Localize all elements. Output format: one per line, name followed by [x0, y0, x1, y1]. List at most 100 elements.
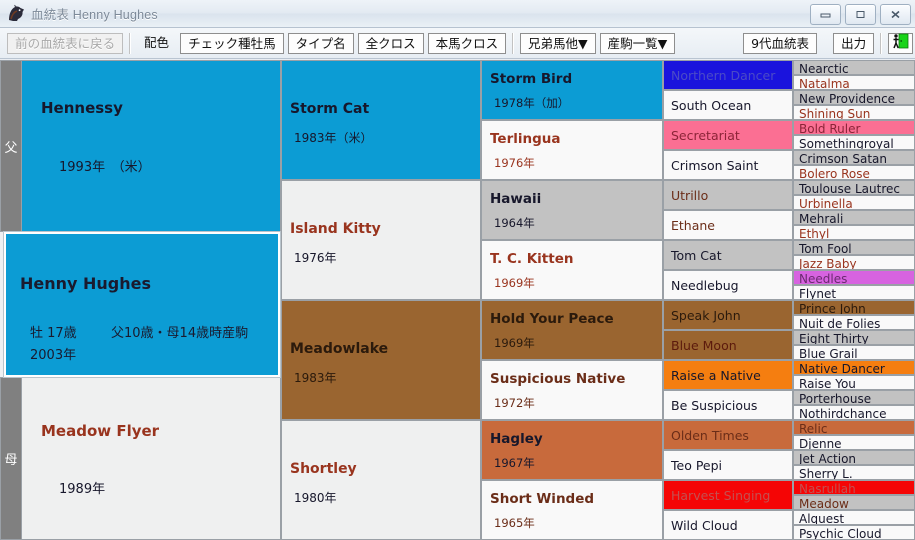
main-toolbar: 前の血統表に戻る 配色 チェック種牡馬 タイプ名 全クロス 本馬クロス 兄弟馬他… — [0, 28, 915, 59]
pedigree-cell[interactable]: Secretariat — [663, 120, 793, 150]
pedigree-cell[interactable]: Toulouse Lautrec — [793, 180, 915, 195]
pedigree-cell[interactable]: T. C. Kitten 1969年 — [481, 240, 663, 300]
horse-name: Flynet — [799, 287, 837, 300]
pedigree-cell[interactable]: Tom Cat — [663, 240, 793, 270]
pedigree-cell[interactable]: Teo Pepi — [663, 450, 793, 480]
back-button[interactable]: 前の血統表に戻る — [7, 32, 124, 54]
pedigree-cell[interactable]: Raise a Native — [663, 360, 793, 390]
pedigree-cell[interactable]: Island Kitty 1976年 — [281, 180, 481, 300]
pedigree-cell[interactable]: Alquest — [793, 510, 915, 525]
pedigree-cell[interactable]: Blue Grail — [793, 345, 915, 360]
pedigree-cell[interactable]: Ethyl — [793, 225, 915, 240]
nine-generation-button[interactable]: 9代血統表 — [743, 32, 818, 54]
pedigree-cell[interactable]: Needlebug — [663, 270, 793, 300]
pedigree-cell[interactable]: Native Dancer — [793, 360, 915, 375]
pedigree-cell[interactable]: Storm Bird 1978年（加） — [481, 60, 663, 120]
horse-name: Needlebug — [671, 278, 739, 293]
pedigree-cell[interactable]: Relic — [793, 420, 915, 435]
pedigree-cell[interactable]: Hawaii 1964年 — [481, 180, 663, 240]
pedigree-cell[interactable]: Crimson Satan — [793, 150, 915, 165]
pedigree-cell[interactable]: Nuit de Folies — [793, 315, 915, 330]
pedigree-cell[interactable]: Eight Thirty — [793, 330, 915, 345]
pedigree-cell[interactable]: Natalma — [793, 75, 915, 90]
pedigree-cell[interactable]: Be Suspicious — [663, 390, 793, 420]
generation-2-column: Storm Cat 1983年（米） Island Kitty 1976年 Meadow… — [281, 60, 481, 540]
pedigree-cell[interactable]: Bolero Rose — [793, 165, 915, 180]
pedigree-cell[interactable]: Northern Dancer — [663, 60, 793, 90]
pedigree-cell[interactable]: Porterhouse — [793, 390, 915, 405]
horse-name: Crimson Satan — [799, 152, 887, 165]
pedigree-cell[interactable]: Jet Action — [793, 450, 915, 465]
pedigree-cell[interactable]: Tom Fool — [793, 240, 915, 255]
pedigree-cell-sire[interactable]: 父 Hennessy 1993年 （米） — [0, 60, 281, 232]
pedigree-cell[interactable]: Ethane — [663, 210, 793, 240]
pedigree-cell[interactable]: Flynet — [793, 285, 915, 300]
pedigree-cell[interactable]: Needles — [793, 270, 915, 285]
horse-name: Meadowlake — [290, 341, 389, 357]
offspring-dropdown-button[interactable]: 産駒一覧▼ — [599, 32, 676, 54]
siblings-dropdown-button[interactable]: 兄弟馬他▼ — [519, 32, 596, 54]
pedigree-cell-dam[interactable]: 母 Meadow Flyer 1989年 — [0, 377, 281, 540]
pedigree-cell[interactable]: Hagley 1967年 — [481, 420, 663, 480]
close-button[interactable] — [880, 4, 911, 25]
pedigree-cell[interactable]: Terlingua 1976年 — [481, 120, 663, 180]
horse-name: Psychic Cloud — [799, 527, 882, 540]
sire-strip-label: 父 — [4, 140, 18, 156]
pedigree-cell[interactable]: Wild Cloud — [663, 510, 793, 540]
pedigree-cell[interactable]: Prince John — [793, 300, 915, 315]
pedigree-cell[interactable]: Blue Moon — [663, 330, 793, 360]
pedigree-cell[interactable]: Djenne — [793, 435, 915, 450]
output-button[interactable]: 出力 — [833, 32, 875, 54]
pedigree-cell[interactable]: Bold Ruler — [793, 120, 915, 135]
horse-year: 1967年 — [494, 456, 535, 470]
pedigree-cell[interactable]: Mehrali — [793, 210, 915, 225]
pedigree-cell[interactable]: Nearctic — [793, 60, 915, 75]
horse-name: Shining Sun — [799, 107, 871, 120]
pedigree-cell[interactable]: Raise You — [793, 375, 915, 390]
horse-name: Suspicious Native — [490, 371, 626, 387]
horse-name: Bolero Rose — [799, 167, 870, 180]
maximize-button[interactable] — [845, 4, 876, 25]
pedigree-cell[interactable]: Shining Sun — [793, 105, 915, 120]
pedigree-cell[interactable]: New Providence — [793, 90, 915, 105]
pedigree-cell[interactable]: Utrillo — [663, 180, 793, 210]
pedigree-cell[interactable]: Suspicious Native 1972年 — [481, 360, 663, 420]
pedigree-cell[interactable]: Urbinella — [793, 195, 915, 210]
pedigree-cell[interactable]: Olden Times — [663, 420, 793, 450]
pedigree-cell[interactable]: Shortley 1980年 — [281, 420, 481, 540]
pedigree-cell[interactable]: Psychic Cloud — [793, 525, 915, 540]
main-cross-button[interactable]: 本馬クロス — [427, 32, 507, 54]
main-horse-cell[interactable]: Henny Hughes 牡 17歳 父10歳・母14歳時産駒 2003年 — [4, 232, 280, 377]
pedigree-cell[interactable]: Meadowlake 1983年 — [281, 300, 481, 420]
type-name-button[interactable]: タイプ名 — [287, 32, 354, 54]
pedigree-cell[interactable]: Harvest Singing — [663, 480, 793, 510]
pedigree-cell[interactable]: Meadow — [793, 495, 915, 510]
minimize-button[interactable] — [810, 4, 841, 25]
horse-name: Tom Cat — [671, 248, 722, 263]
horse-name: Needles — [799, 272, 848, 285]
horse-name: Jazz Baby — [799, 257, 857, 270]
pedigree-cell[interactable]: Short Winded 1965年 — [481, 480, 663, 540]
generation-3-column: Storm Bird 1978年（加） Terlingua 1976年 Hawaii 19… — [481, 60, 663, 540]
check-stallion-button[interactable]: チェック種牡馬 — [180, 32, 284, 54]
horse-name: Short Winded — [490, 491, 595, 507]
horse-year: 1964年 — [494, 216, 535, 230]
pedigree-cell[interactable]: Speak John — [663, 300, 793, 330]
horse-year: 1993年 （米） — [59, 160, 151, 175]
pedigree-cell[interactable]: Hold Your Peace 1969年 — [481, 300, 663, 360]
exit-button[interactable] — [887, 32, 913, 54]
horse-year: 1965年 — [494, 516, 535, 530]
pedigree-cell[interactable]: South Ocean — [663, 90, 793, 120]
horse-name: Utrillo — [671, 188, 709, 203]
pedigree-cell[interactable]: Nothirdchance — [793, 405, 915, 420]
horse-name: Meadow Flyer — [41, 422, 160, 440]
horse-name: Raise a Native — [671, 368, 761, 383]
pedigree-cell[interactable]: Jazz Baby — [793, 255, 915, 270]
pedigree-cell[interactable]: Crimson Saint — [663, 150, 793, 180]
horse-name: Terlingua — [490, 131, 561, 147]
pedigree-cell[interactable]: Somethingroyal — [793, 135, 915, 150]
all-cross-button[interactable]: 全クロス — [357, 32, 424, 54]
pedigree-cell[interactable]: Storm Cat 1983年（米） — [281, 60, 481, 180]
pedigree-cell[interactable]: Sherry L. — [793, 465, 915, 480]
pedigree-cell[interactable]: Nasrullah — [793, 480, 915, 495]
